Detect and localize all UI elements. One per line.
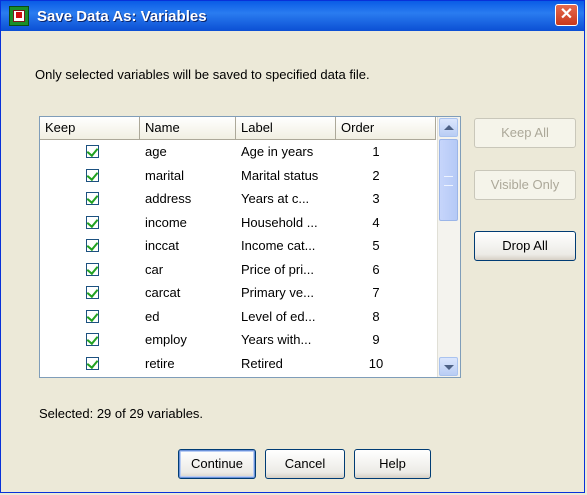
keep-cell xyxy=(40,168,140,182)
column-header-label[interactable]: Label xyxy=(236,117,336,139)
keep-checkbox-checked-icon[interactable] xyxy=(86,239,99,253)
table-row[interactable]: income Household ... 4 xyxy=(40,211,436,235)
continue-label: Continue xyxy=(190,456,244,471)
keep-cell xyxy=(40,262,140,276)
keep-checkbox-checked-icon[interactable] xyxy=(86,192,99,206)
keep-checkbox-checked-icon[interactable] xyxy=(86,262,99,276)
cancel-button[interactable]: Cancel xyxy=(265,449,345,479)
keep-cell xyxy=(40,309,140,323)
table-row[interactable]: marital Marital status 2 xyxy=(40,164,436,188)
variable-label: Marital status xyxy=(241,167,319,183)
vertical-scrollbar[interactable] xyxy=(437,117,460,377)
table-row[interactable]: address Years at c... 3 xyxy=(40,187,436,211)
selected-count-text: Selected: 29 of 29 variables. xyxy=(39,406,204,421)
variables-table[interactable]: Keep Name Label Order age Age in years 1 ma… xyxy=(39,116,461,378)
variable-name: marital xyxy=(145,167,185,183)
table-row[interactable]: carcat Primary ve... 7 xyxy=(40,281,436,305)
variable-label: Level of ed... xyxy=(241,308,316,324)
keep-checkbox-checked-icon[interactable] xyxy=(86,286,99,300)
variable-order: 6 xyxy=(372,261,380,277)
keep-cell xyxy=(40,239,140,253)
keep-cell xyxy=(40,356,140,370)
close-button[interactable]: ✕ xyxy=(555,4,578,26)
help-button[interactable]: Help xyxy=(354,449,431,479)
drop-all-label: Drop All xyxy=(502,238,548,253)
keep-all-button[interactable]: Keep All xyxy=(474,118,576,148)
keep-checkbox-checked-icon[interactable] xyxy=(86,168,99,182)
variable-order: 3 xyxy=(372,191,380,207)
variable-name: age xyxy=(145,144,167,160)
column-header-order[interactable]: Order xyxy=(336,117,436,139)
dialog-title: Save Data As: Variables xyxy=(37,7,207,25)
table-row[interactable]: employ Years with... 9 xyxy=(40,328,436,352)
column-header-name[interactable]: Name xyxy=(140,117,236,139)
keep-checkbox-checked-icon[interactable] xyxy=(86,145,99,159)
visible-only-label: Visible Only xyxy=(490,177,560,192)
scroll-up-arrow-icon[interactable] xyxy=(439,118,458,137)
variable-order: 2 xyxy=(372,167,380,183)
column-header-keep[interactable]: Keep xyxy=(40,117,140,139)
variable-order: 4 xyxy=(372,214,380,230)
variable-name: income xyxy=(145,214,187,230)
variable-order: 8 xyxy=(372,308,380,324)
keep-checkbox-checked-icon[interactable] xyxy=(86,356,99,370)
continue-button[interactable]: Continue xyxy=(178,449,256,479)
instruction-text: Only selected variables will be saved to… xyxy=(35,67,370,82)
variable-label: Price of pri... xyxy=(241,261,314,277)
variable-order: 5 xyxy=(372,238,380,254)
keep-all-label: Keep All xyxy=(501,125,549,140)
table-body: age Age in years 1 marital Marital status 2 ad… xyxy=(40,140,436,375)
variable-label: Years with... xyxy=(241,332,312,348)
variable-label: Household ... xyxy=(241,214,318,230)
keep-cell xyxy=(40,286,140,300)
app-icon xyxy=(9,6,29,26)
keep-cell xyxy=(40,333,140,347)
keep-checkbox-checked-icon[interactable] xyxy=(86,333,99,347)
variable-order: 1 xyxy=(372,144,380,160)
keep-checkbox-checked-icon[interactable] xyxy=(86,309,99,323)
cancel-label: Cancel xyxy=(284,456,326,471)
variable-name: retire xyxy=(145,355,175,371)
table-row[interactable]: inccat Income cat... 5 xyxy=(40,234,436,258)
keep-cell xyxy=(40,145,140,159)
scrollbar-thumb[interactable] xyxy=(439,139,458,221)
variable-label: Years at c... xyxy=(241,191,310,207)
table-row[interactable]: retire Retired 10 xyxy=(40,352,436,376)
variable-label: Income cat... xyxy=(241,238,316,254)
keep-cell xyxy=(40,192,140,206)
variable-label: Age in years xyxy=(241,144,314,160)
variable-name: carcat xyxy=(145,285,181,301)
variable-name: employ xyxy=(145,332,187,348)
variable-name: inccat xyxy=(145,238,179,254)
variable-name: car xyxy=(145,261,164,277)
keep-checkbox-checked-icon[interactable] xyxy=(86,215,99,229)
table-row[interactable]: ed Level of ed... 8 xyxy=(40,305,436,329)
table-header: Keep Name Label Order xyxy=(40,117,436,140)
table-row[interactable]: age Age in years 1 xyxy=(40,140,436,164)
table-row[interactable]: car Price of pri... 6 xyxy=(40,258,436,282)
variable-label: Retired xyxy=(241,355,283,371)
variable-order: 9 xyxy=(372,332,380,348)
variable-order: 7 xyxy=(372,285,380,301)
variable-name: address xyxy=(145,191,192,207)
help-label: Help xyxy=(379,456,406,471)
variable-label: Primary ve... xyxy=(241,285,314,301)
variable-name: ed xyxy=(145,308,160,324)
title-bar[interactable]: Save Data As: Variables ✕ xyxy=(1,1,584,31)
variable-order: 10 xyxy=(368,355,384,371)
save-data-as-dialog: Save Data As: Variables ✕ Only selected … xyxy=(0,0,585,493)
drop-all-button[interactable]: Drop All xyxy=(474,231,576,261)
visible-only-button[interactable]: Visible Only xyxy=(474,170,576,200)
scroll-down-arrow-icon[interactable] xyxy=(439,357,458,376)
keep-cell xyxy=(40,215,140,229)
